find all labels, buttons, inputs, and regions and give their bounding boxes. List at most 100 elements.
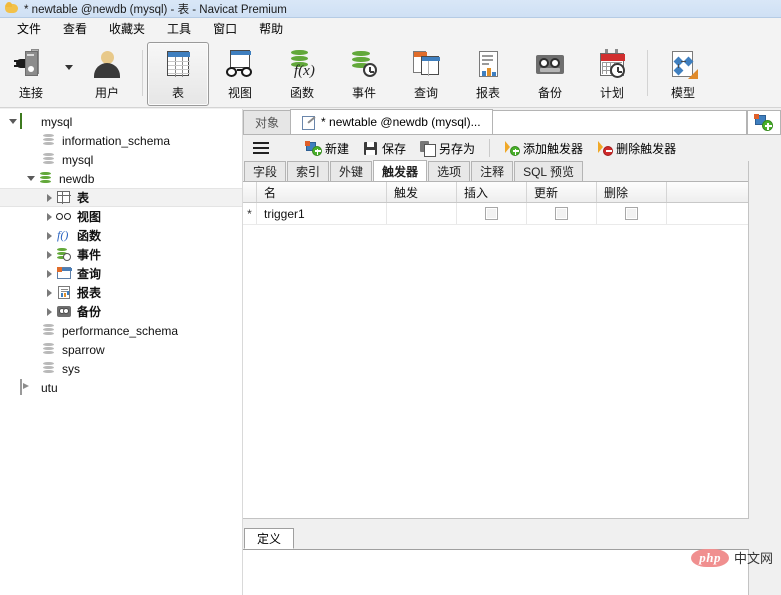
tab-foreign-keys-label: 外键 [339, 165, 364, 179]
connection-dropdown-arrow[interactable] [62, 42, 76, 106]
expander-icon[interactable] [42, 191, 56, 205]
menu-tools[interactable]: 工具 [156, 18, 202, 39]
definition-editor[interactable] [243, 550, 749, 595]
toolbar-query-button[interactable]: 查询 [395, 42, 457, 106]
expander-icon[interactable] [42, 286, 56, 300]
trigger-panel: 字段 索引 外键 触发器 选项 注释 SQL 预览 名 触发 插入 更新 删除 … [243, 160, 749, 519]
delete-trigger-button[interactable]: 删除触发器 [590, 137, 683, 159]
column-header-insert[interactable]: 插入 [457, 182, 527, 202]
toolbar-divider-2 [647, 50, 648, 96]
toolbar-user-button[interactable]: 用户 [76, 42, 138, 106]
tab-comment[interactable]: 注释 [471, 161, 514, 181]
tab-sql-preview[interactable]: SQL 预览 [514, 161, 583, 181]
database-icon [41, 133, 57, 148]
tab-foreign-keys[interactable]: 外键 [330, 161, 373, 181]
tab-indexes[interactable]: 索引 [287, 161, 330, 181]
cell-trigger-event[interactable] [387, 203, 457, 224]
menu-window[interactable]: 窗口 [202, 18, 248, 39]
tree-node-utu-connection[interactable]: utu [0, 378, 242, 397]
new-button[interactable]: 新建 [299, 137, 356, 159]
table-icon [161, 48, 195, 82]
save-as-button[interactable]: 另存为 [413, 137, 482, 159]
new-tab-button[interactable] [747, 110, 781, 134]
tree-node-events[interactable]: 事件 [0, 245, 242, 264]
cell-trigger-name[interactable]: trigger1 [257, 203, 387, 224]
cell-delete[interactable] [597, 203, 667, 224]
object-tree-sidebar[interactable]: mysql information_schema mysql newdb 表 视… [0, 109, 243, 595]
expander-icon[interactable] [42, 229, 56, 243]
save-as-icon [420, 140, 437, 157]
tree-node-label: mysql [62, 152, 94, 167]
column-header-trigger[interactable]: 触发 [387, 182, 457, 202]
delete-checkbox[interactable] [625, 207, 638, 220]
tab-newtable[interactable]: * newtable @newdb (mysql)... [290, 109, 493, 134]
toolbar-table-label: 表 [171, 86, 184, 100]
php-badge: php [691, 548, 729, 567]
insert-checkbox[interactable] [485, 207, 498, 220]
save-as-button-label: 另存为 [439, 141, 476, 156]
expander-icon[interactable] [42, 267, 56, 281]
tab-triggers-label: 触发器 [382, 164, 419, 179]
editor-right-gutter [749, 161, 781, 595]
tree-node-reports[interactable]: 报表 [0, 283, 242, 302]
menu-help[interactable]: 帮助 [248, 18, 294, 39]
column-header-delete[interactable]: 删除 [597, 182, 667, 202]
toolbar-connection-label: 连接 [18, 86, 43, 100]
column-header-update[interactable]: 更新 [527, 182, 597, 202]
database-icon [41, 323, 57, 338]
table-row[interactable]: * trigger1 [243, 203, 748, 225]
tree-node-mysql-connection[interactable]: mysql [0, 112, 242, 131]
connection-grey-icon [20, 379, 36, 395]
tree-node-information-schema[interactable]: information_schema [0, 131, 242, 150]
toolbar-backup-button[interactable]: 备份 [519, 42, 581, 106]
expander-icon[interactable] [42, 210, 56, 224]
menu-view[interactable]: 查看 [52, 18, 98, 39]
column-header-name[interactable]: 名 [257, 182, 387, 202]
tree-node-mysql-db[interactable]: mysql [0, 150, 242, 169]
cell-update[interactable] [527, 203, 597, 224]
expander-icon[interactable] [6, 115, 20, 129]
tab-definition[interactable]: 定义 [244, 528, 295, 549]
save-button[interactable]: 保存 [356, 137, 413, 159]
toolbar-report-button[interactable]: 报表 [457, 42, 519, 106]
tree-node-label: 表 [77, 191, 90, 205]
tree-node-tables[interactable]: 表 [0, 188, 242, 207]
definition-tab-filler [294, 528, 749, 549]
row-marker: * [243, 203, 257, 224]
database-green-icon [38, 171, 54, 186]
menu-file[interactable]: 文件 [6, 18, 52, 39]
tree-node-newdb[interactable]: newdb [0, 169, 242, 188]
tree-node-sys[interactable]: sys [0, 359, 242, 378]
update-checkbox[interactable] [555, 207, 568, 220]
toolbar-function-button[interactable]: f(x) 函数 [271, 42, 333, 106]
tree-node-performance-schema[interactable]: performance_schema [0, 321, 242, 340]
toolbar-event-button[interactable]: 事件 [333, 42, 395, 106]
toolbar-divider [142, 50, 143, 96]
menu-favorites[interactable]: 收藏夹 [98, 18, 156, 39]
tree-node-backups[interactable]: 备份 [0, 302, 242, 321]
toolbar-user-label: 用户 [94, 86, 119, 100]
tree-node-views[interactable]: 视图 [0, 207, 242, 226]
definition-pane: 定义 [243, 528, 749, 595]
toolbar-schedule-button[interactable]: 计划 [581, 42, 643, 106]
tree-node-functions[interactable]: f() 函数 [0, 226, 242, 245]
tab-options[interactable]: 选项 [428, 161, 471, 181]
tree-node-label: 报表 [77, 286, 102, 300]
tree-node-sparrow[interactable]: sparrow [0, 340, 242, 359]
editor-action-toolbar: 新建 保存 另存为 添加触发器 删除触发器 [243, 135, 781, 161]
toolbar-table-button[interactable]: 表 [147, 42, 209, 106]
toolbar-connection-button[interactable]: 连接 [0, 42, 62, 106]
expander-icon[interactable] [24, 172, 38, 186]
expander-icon[interactable] [42, 248, 56, 262]
tab-triggers[interactable]: 触发器 [373, 160, 428, 181]
new-icon [305, 140, 322, 156]
add-trigger-button[interactable]: 添加触发器 [497, 137, 590, 159]
toolbar-view-button[interactable]: 视图 [209, 42, 271, 106]
cell-insert[interactable] [457, 203, 527, 224]
tab-fields[interactable]: 字段 [244, 161, 287, 181]
tab-objects[interactable]: 对象 [243, 110, 292, 134]
hamburger-icon[interactable] [253, 139, 275, 157]
tree-node-queries[interactable]: 查询 [0, 264, 242, 283]
expander-icon[interactable] [42, 305, 56, 319]
toolbar-model-button[interactable]: 模型 [652, 42, 714, 106]
